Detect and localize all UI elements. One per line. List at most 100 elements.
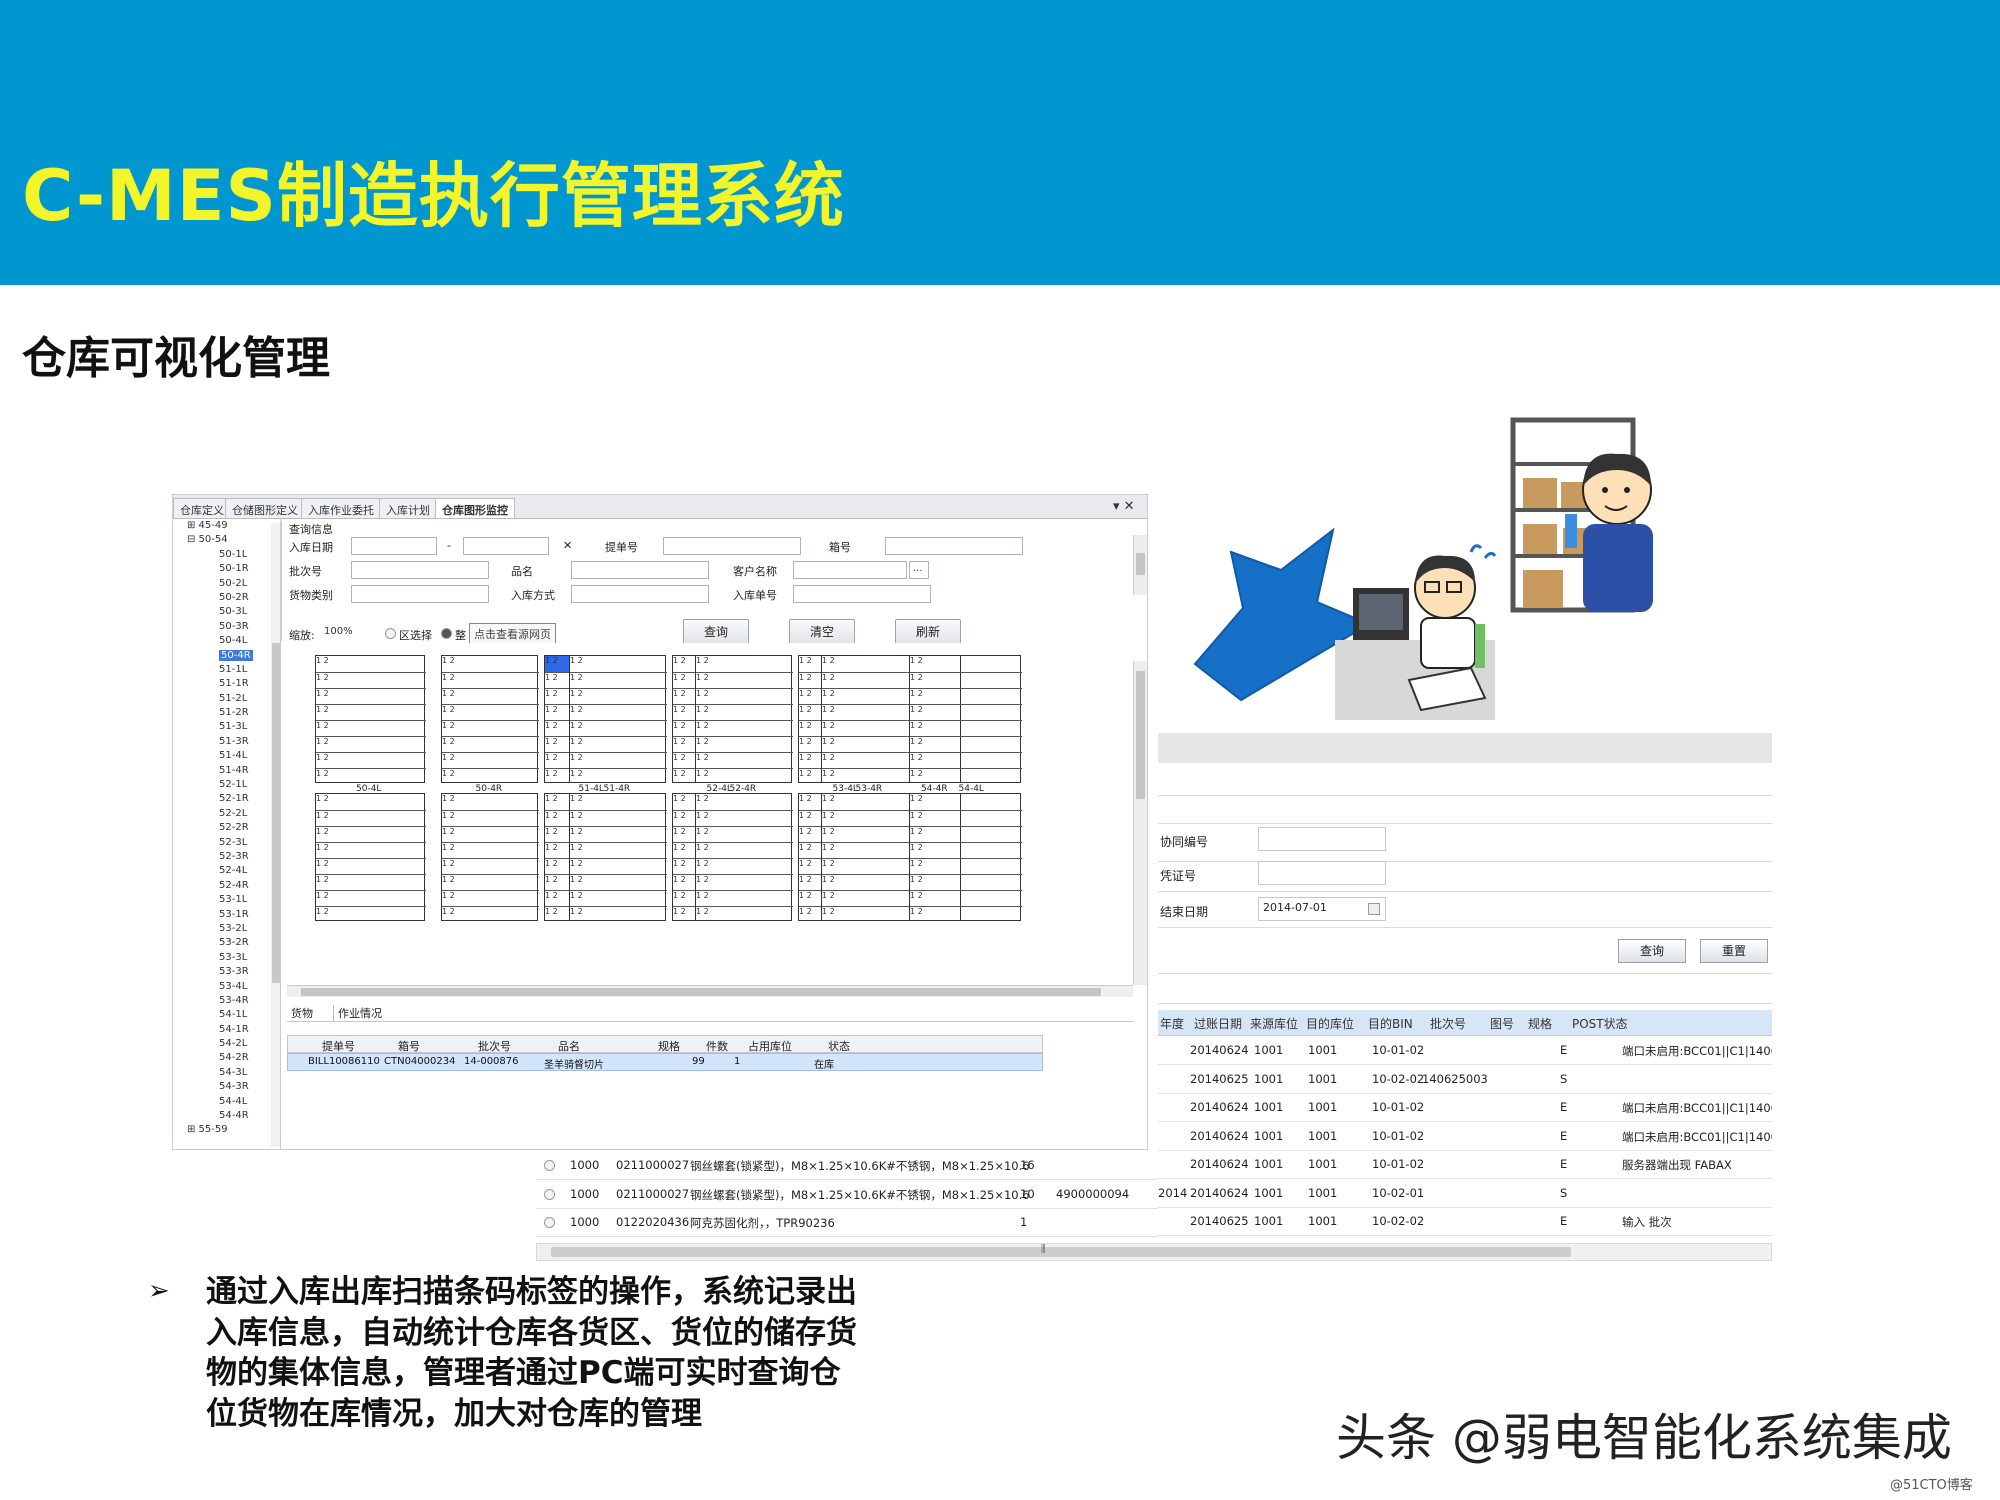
rack-cell[interactable]: 1 2 bbox=[442, 858, 539, 874]
result-header-cell[interactable]: 年度 bbox=[1160, 1015, 1184, 1032]
in-date-from-field[interactable] bbox=[351, 537, 437, 555]
rack-cell[interactable]: 1 2 bbox=[316, 656, 426, 672]
rack-cell[interactable]: 1 2 bbox=[316, 826, 426, 842]
rack-cell[interactable]: 1 2 bbox=[696, 890, 793, 906]
result-header-cell[interactable]: 目的库位 bbox=[1306, 1015, 1354, 1032]
tree-item[interactable]: 50-2L bbox=[173, 577, 280, 591]
rack-vscrollbar[interactable] bbox=[1133, 661, 1147, 985]
whole-radio[interactable] bbox=[441, 628, 452, 639]
rack-cell[interactable]: 1 2 bbox=[696, 810, 793, 826]
result-header-cell[interactable]: 来源库位 bbox=[1250, 1015, 1298, 1032]
rack-cell[interactable]: 1 2 bbox=[442, 672, 539, 688]
in-no-field[interactable] bbox=[793, 585, 931, 603]
bottom-hscrollbar[interactable]: ⫼ bbox=[536, 1243, 1772, 1261]
tree-item[interactable]: 54-3L bbox=[173, 1066, 280, 1080]
tree-item[interactable]: 54-1R bbox=[173, 1023, 280, 1037]
rack-cell[interactable]: 1 2 bbox=[570, 688, 667, 704]
rack-cell[interactable]: 1 2 bbox=[910, 842, 962, 858]
refresh-button[interactable]: 刷新 bbox=[895, 619, 961, 645]
result-row[interactable]: 20140625 1001 1001 10-02-02 E 输入 批次 bbox=[1158, 1208, 1772, 1236]
rack-cell[interactable]: 1 2 bbox=[910, 890, 962, 906]
result-header-cell[interactable]: 图号 bbox=[1490, 1015, 1514, 1032]
rack-cell[interactable]: 1 2 bbox=[442, 768, 539, 784]
tab-inbound-commission[interactable]: 入库作业委托 bbox=[301, 498, 381, 518]
rack-hscrollbar[interactable] bbox=[287, 985, 1133, 997]
grid-header-cell[interactable]: 状态 bbox=[828, 1038, 850, 1054]
result-row[interactable]: 20140625 1001 1001 10-02-02 140625003 S bbox=[1158, 1066, 1772, 1094]
tree-item[interactable]: 51-3R bbox=[173, 735, 280, 749]
rack-cell[interactable]: 1 2 bbox=[442, 810, 539, 826]
rack-cell[interactable]: 1 2 bbox=[316, 810, 426, 826]
zoom-select[interactable]: 100% bbox=[321, 625, 367, 643]
rack-cell[interactable]: 1 2 bbox=[822, 672, 919, 688]
tree-item[interactable]: 52-2R bbox=[173, 821, 280, 835]
rack-cell[interactable]: 1 2 bbox=[316, 874, 426, 890]
result-row[interactable]: 20140624 1001 1001 10-01-02 E 端口未启用:BCC01||C1… bbox=[1158, 1037, 1772, 1065]
rack-cell[interactable]: 1 2 bbox=[696, 688, 793, 704]
rack-block[interactable]: 1 21 21 21 21 21 21 21 2 bbox=[821, 655, 919, 784]
rack-cell[interactable]: 1 2 bbox=[570, 736, 667, 752]
rack-block[interactable]: 1 21 21 21 21 21 21 21 2 bbox=[909, 655, 962, 783]
area-select-radio[interactable] bbox=[385, 628, 396, 639]
result-row[interactable]: 20140624 1001 1001 10-01-02 E 端口未启用:BCC01||C1… bbox=[1158, 1123, 1772, 1151]
rack-block[interactable]: 1 21 21 21 21 21 21 21 2 bbox=[821, 793, 919, 921]
rack-cell[interactable]: 1 2 bbox=[822, 736, 919, 752]
tree-scroll-thumb[interactable] bbox=[272, 643, 280, 983]
rack-cell[interactable]: 1 2 bbox=[696, 720, 793, 736]
rack-cell[interactable]: 1 2 bbox=[910, 794, 962, 810]
rack-cell[interactable]: 1 2 bbox=[570, 752, 667, 768]
tree-item[interactable]: 52-1L bbox=[173, 778, 280, 792]
rack-cell[interactable]: 1 2 bbox=[442, 704, 539, 720]
rack-cell[interactable]: 1 2 bbox=[822, 874, 919, 890]
rack-cell[interactable]: 1 2 bbox=[822, 768, 919, 784]
customer-field[interactable] bbox=[793, 561, 907, 579]
bill-no-field[interactable] bbox=[663, 537, 801, 555]
rack-cell[interactable]: 1 2 bbox=[570, 768, 667, 784]
tree-group[interactable]: ⊞ 55-59 bbox=[173, 1123, 280, 1137]
tree-item[interactable]: 54-2L bbox=[173, 1037, 280, 1051]
rack-cell[interactable]: 1 2 bbox=[442, 826, 539, 842]
tree-item[interactable]: 53-4L bbox=[173, 980, 280, 994]
rack-cell[interactable]: 1 2 bbox=[570, 672, 667, 688]
tree-item[interactable]: 54-4R bbox=[173, 1109, 280, 1123]
tree-group[interactable]: ⊞ 45-49 bbox=[173, 519, 280, 533]
rack-block[interactable]: 1 21 21 21 21 21 21 21 2 bbox=[441, 655, 539, 784]
result-header-cell[interactable]: 过账日期 bbox=[1194, 1015, 1242, 1032]
rack-cell[interactable]: 1 2 bbox=[910, 752, 962, 768]
rack-cell[interactable]: 1 2 bbox=[316, 768, 426, 784]
tree-item[interactable]: 51-2L bbox=[173, 692, 280, 706]
rack-cell[interactable]: 1 2 bbox=[570, 826, 667, 842]
rack-cell[interactable]: 1 2 bbox=[570, 656, 667, 672]
tree-item[interactable]: 53-2R bbox=[173, 936, 280, 950]
rack-cell[interactable]: 1 2 bbox=[570, 906, 667, 922]
tab-graphic-monitor[interactable]: 仓库图形监控 bbox=[435, 498, 515, 518]
rack-cell[interactable]: 1 2 bbox=[822, 720, 919, 736]
tree-item[interactable]: 54-4L bbox=[173, 1095, 280, 1109]
rack-cell[interactable]: 1 2 bbox=[696, 858, 793, 874]
rack-cell[interactable]: 1 2 bbox=[910, 736, 962, 752]
rack-cell[interactable]: 1 2 bbox=[442, 736, 539, 752]
rack-cell[interactable]: 1 2 bbox=[696, 768, 793, 784]
rack-cell[interactable]: 1 2 bbox=[696, 842, 793, 858]
rack-cell[interactable]: 1 2 bbox=[910, 720, 962, 736]
rack-cell[interactable]: 1 2 bbox=[316, 906, 426, 922]
result-row[interactable]: 20140624 1001 1001 10-01-02 E 端口未启用:BCC01||C1… bbox=[1158, 1094, 1772, 1122]
grid-header-cell[interactable]: 箱号 bbox=[398, 1038, 420, 1054]
tree-item[interactable]: 53-2L bbox=[173, 922, 280, 936]
rack-cell[interactable]: 1 2 bbox=[822, 826, 919, 842]
query-button[interactable]: 查询 bbox=[1618, 939, 1686, 963]
product-field[interactable] bbox=[571, 561, 709, 579]
rack-cell[interactable]: 1 2 bbox=[696, 906, 793, 922]
rack-cell[interactable]: 1 2 bbox=[442, 688, 539, 704]
tree-item[interactable]: 50-4L bbox=[173, 634, 280, 648]
tree-item[interactable]: 52-3R bbox=[173, 850, 280, 864]
grid-header-cell[interactable]: 占用库位 bbox=[748, 1038, 792, 1054]
rack-cell[interactable]: 1 2 bbox=[442, 890, 539, 906]
tree-item[interactable]: 51-4R bbox=[173, 764, 280, 778]
tree-item[interactable]: 52-4L bbox=[173, 864, 280, 878]
tree-item[interactable]: 50-3L bbox=[173, 605, 280, 619]
rack-block[interactable]: 1 21 21 21 21 21 21 21 2 bbox=[441, 793, 539, 921]
rack-block[interactable]: 1 21 21 21 21 21 21 21 2 bbox=[569, 655, 667, 784]
material-row[interactable]: 1000 0211000027 钢丝螺套(锁紧型)，M8×1.25×10.6K#不锈… bbox=[536, 1152, 1158, 1180]
calendar-icon[interactable] bbox=[1368, 903, 1380, 915]
